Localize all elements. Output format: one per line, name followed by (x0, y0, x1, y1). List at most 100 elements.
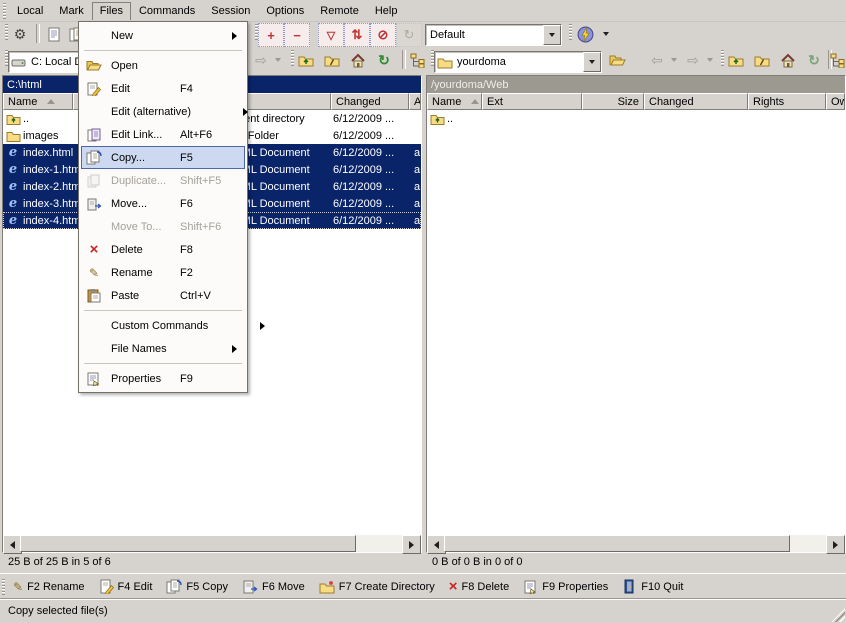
refresh-icon: ↻ (378, 53, 390, 67)
menu-remote[interactable]: Remote (312, 2, 367, 20)
menu-item-file-names[interactable]: File Names (81, 337, 245, 360)
drive-icon (11, 55, 27, 70)
column-header-ext[interactable]: Ext (482, 93, 582, 110)
f6-move-button[interactable]: F6 Move (242, 579, 305, 594)
command-bar: ✎ F2 Rename F4 Edit F5 Copy F6 Move F7 C… (0, 573, 846, 599)
file-row[interactable]: .. (427, 110, 845, 127)
menu-item-properties[interactable]: Properties F9 (81, 367, 245, 390)
panel-status-row: 25 B of 25 B in 5 of 6 0 B of 0 B in 0 o… (0, 551, 846, 573)
new-session-button[interactable] (572, 23, 598, 45)
forward-button[interactable]: ⇨ (250, 49, 272, 71)
menu-item-edit-link[interactable]: Edit Link... Alt+F6 (81, 123, 245, 146)
parent-directory-button[interactable] (294, 49, 318, 71)
column-header-changed[interactable]: Changed (331, 93, 409, 110)
new-session-dropdown[interactable] (600, 27, 611, 41)
menu-item-edit[interactable]: Edit F4 (81, 77, 245, 100)
refresh-button-remote[interactable]: ↻ (802, 49, 826, 71)
home-directory-button[interactable] (346, 49, 370, 71)
remote-status-text: 0 B of 0 B in 0 of 0 (432, 556, 523, 568)
back-button-remote[interactable]: ⇦ (646, 49, 668, 71)
column-header-attr[interactable]: Attr (409, 93, 421, 110)
move-icon (242, 579, 258, 594)
select-files-button[interactable]: + (258, 23, 284, 47)
menu-item-copy[interactable]: Copy... F5 (81, 146, 245, 169)
session-combo-dropdown[interactable] (543, 25, 561, 45)
tree-icon (830, 53, 846, 68)
menu-item-new[interactable]: New (81, 24, 245, 47)
unselect-files-button[interactable]: − (284, 23, 310, 47)
session-combo-value: Default (426, 29, 543, 41)
menu-item-duplicate[interactable]: Duplicate... Shift+F5 (81, 169, 245, 192)
forward-button-remote[interactable]: ⇨ (682, 49, 704, 71)
column-header-rights[interactable]: Rights (748, 93, 826, 110)
unselect-all-button[interactable]: ⊘ (370, 23, 396, 47)
submenu-arrow-icon (232, 32, 244, 40)
back-dropdown-remote[interactable] (668, 53, 679, 67)
directory-tree-button[interactable] (406, 49, 430, 71)
submenu-arrow-icon (232, 345, 244, 353)
f4-edit-button[interactable]: F4 Edit (99, 579, 153, 594)
root-directory-button[interactable] (320, 49, 344, 71)
remote-dir-combo[interactable]: yourdoma (434, 51, 602, 73)
menu-local[interactable]: Local (9, 2, 51, 20)
filter-button[interactable]: ▽ (318, 23, 344, 47)
pencil-icon: ✎ (82, 266, 106, 280)
remote-path-bar[interactable]: /yourdoma/Web (427, 76, 845, 93)
folder-up-icon (728, 53, 744, 67)
menu-mark[interactable]: Mark (51, 2, 91, 20)
back-icon: ⇦ (651, 53, 663, 67)
column-header-changed[interactable]: Changed (644, 93, 748, 110)
move-icon (82, 197, 106, 211)
forward-dropdown-remote[interactable] (704, 53, 715, 67)
resize-grip[interactable] (831, 608, 845, 622)
remote-horizontal-scrollbar[interactable] (427, 535, 845, 552)
edit-icon (82, 82, 106, 96)
column-header-owner[interactable]: Owner (826, 93, 845, 110)
column-header-size[interactable]: Size (582, 93, 644, 110)
home-icon (780, 53, 796, 68)
scrollbar-thumb[interactable] (444, 535, 790, 552)
refresh-button[interactable]: ↻ (372, 49, 396, 71)
menu-help[interactable]: Help (367, 2, 406, 20)
f7-create-directory-button[interactable]: F7 Create Directory (319, 580, 435, 594)
f5-copy-button[interactable]: F5 Copy (166, 579, 228, 594)
menu-options[interactable]: Options (258, 2, 312, 20)
submenu-arrow-icon (243, 108, 255, 116)
f8-delete-button[interactable]: × F8 Delete (449, 579, 509, 594)
toolbar-grip[interactable] (3, 3, 6, 19)
open-directory-button[interactable] (604, 49, 630, 71)
f9-properties-button[interactable]: F9 Properties (523, 579, 608, 594)
home-directory-button-remote[interactable] (776, 49, 800, 71)
f10-quit-button[interactable]: F10 Quit (622, 579, 683, 594)
menu-item-move[interactable]: Move... F6 (81, 192, 245, 215)
forward-dropdown[interactable] (272, 53, 283, 67)
root-directory-button-remote[interactable] (750, 49, 774, 71)
menu-session[interactable]: Session (203, 2, 258, 20)
remote-dir-combo-dropdown[interactable] (583, 52, 601, 72)
preferences-button[interactable]: ⚙ (8, 23, 32, 45)
menu-item-rename[interactable]: ✎ Rename F2 (81, 261, 245, 284)
menu-commands[interactable]: Commands (131, 2, 203, 20)
scrollbar-thumb[interactable] (20, 535, 356, 552)
synchronize-button[interactable]: ⇅ (344, 23, 370, 47)
menu-separator (84, 363, 242, 364)
menu-item-paste[interactable]: Paste Ctrl+V (81, 284, 245, 307)
compare-directories-button[interactable]: ↻ (396, 23, 422, 47)
toolbar-grip[interactable] (2, 579, 5, 595)
column-header-name[interactable]: Name (3, 93, 73, 110)
local-horizontal-scrollbar[interactable] (3, 535, 421, 552)
properties-icon (82, 371, 106, 386)
menu-item-open[interactable]: Open (81, 54, 245, 77)
f2-rename-button[interactable]: ✎ F2 Rename (13, 581, 85, 593)
column-header-name[interactable]: Name (427, 93, 482, 110)
html-file-icon: e (5, 214, 21, 228)
directory-tree-button-remote[interactable] (830, 49, 846, 71)
menu-item-delete[interactable]: × Delete F8 (81, 238, 245, 261)
parent-directory-button-remote[interactable] (724, 49, 748, 71)
menu-item-edit-alternative[interactable]: Edit (alternative) (81, 100, 245, 123)
menu-files[interactable]: Files (92, 2, 131, 20)
menu-item-move-to[interactable]: Move To... Shift+F6 (81, 215, 245, 238)
queue-button[interactable] (42, 23, 66, 45)
session-combo[interactable]: Default (425, 24, 562, 46)
menu-item-custom-commands[interactable]: Custom Commands (81, 314, 245, 337)
